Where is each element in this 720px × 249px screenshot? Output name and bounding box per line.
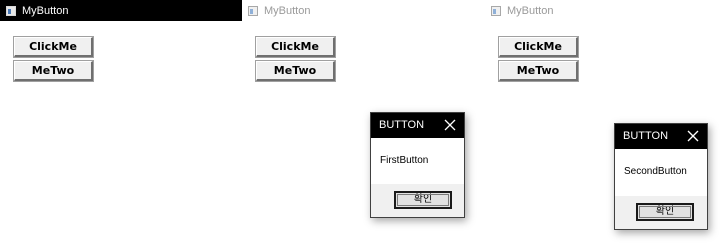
screenshot-stage: MyButton ClickMe MeTwo MyButton ClickMe … (0, 0, 720, 249)
window-1-title: MyButton (22, 4, 69, 17)
dialog-message: SecondButton (624, 166, 687, 177)
dialog-message: FirstButton (380, 155, 429, 166)
dialog-footer: 확인 (371, 184, 464, 217)
app-icon (248, 5, 258, 16)
clickme-button[interactable]: ClickMe (498, 36, 579, 58)
dialog-footer: 확인 (615, 196, 707, 229)
ok-button[interactable]: 확인 (636, 203, 694, 221)
app-icon (6, 5, 16, 16)
window-2-titlebar[interactable]: MyButton (242, 0, 485, 21)
window-3-title: MyButton (507, 4, 554, 17)
window-2-title: MyButton (264, 4, 311, 17)
clickme-button[interactable]: ClickMe (255, 36, 336, 58)
metwo-button[interactable]: MeTwo (13, 60, 94, 82)
close-icon[interactable] (687, 130, 699, 142)
clickme-button[interactable]: ClickMe (13, 36, 94, 58)
app-icon (491, 5, 501, 16)
message-dialog-first: BUTTON FirstButton 확인 (370, 112, 465, 218)
ok-button[interactable]: 확인 (394, 191, 452, 209)
metwo-button[interactable]: MeTwo (255, 60, 336, 82)
metwo-button[interactable]: MeTwo (498, 60, 579, 82)
window-3-titlebar[interactable]: MyButton (485, 0, 720, 21)
dialog-title: BUTTON (623, 130, 669, 142)
window-1-titlebar[interactable]: MyButton (0, 0, 242, 21)
dialog-title: BUTTON (379, 119, 425, 131)
close-icon[interactable] (444, 119, 456, 131)
message-dialog-second: BUTTON SecondButton 확인 (614, 123, 708, 230)
